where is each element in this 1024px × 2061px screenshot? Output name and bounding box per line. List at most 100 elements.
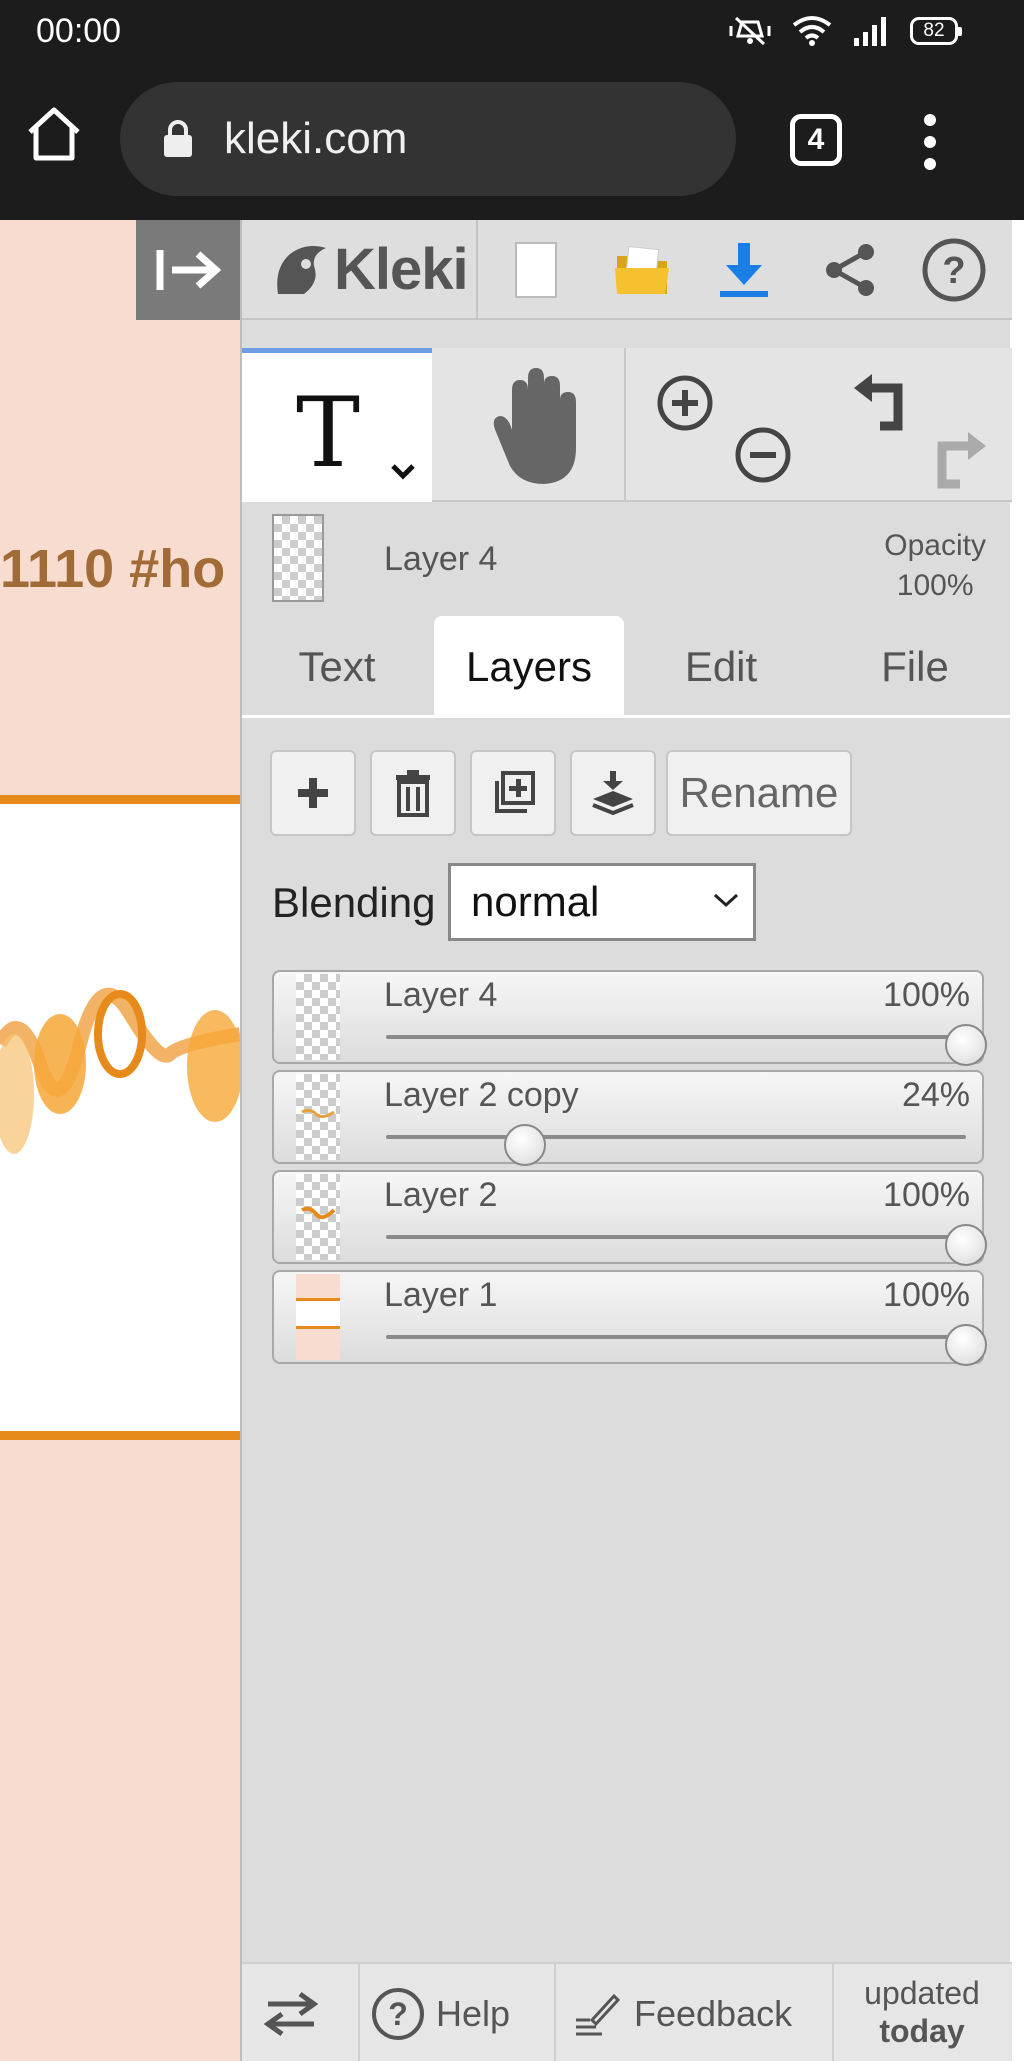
status-bar: 00:00 82 xyxy=(0,0,1024,62)
layer-opacity-slider-handle[interactable] xyxy=(504,1124,547,1166)
tab-layers[interactable]: Layers xyxy=(434,616,624,718)
redo-icon[interactable] xyxy=(926,428,990,490)
mute-icon xyxy=(729,16,771,46)
layer-name: Layer 2 copy xyxy=(384,1076,579,1114)
share-icon xyxy=(826,244,874,296)
chevron-down-icon[interactable] xyxy=(390,463,416,481)
bottom-divider xyxy=(554,1964,556,2061)
layer-thumbnail xyxy=(296,1074,340,1160)
download-button[interactable] xyxy=(708,234,780,306)
layer-opacity-value: 100% xyxy=(883,976,970,1014)
layer-actions: Rename xyxy=(270,750,1010,840)
status-time: 00:00 xyxy=(36,12,122,50)
plus-icon xyxy=(298,778,328,808)
layer-opacity-slider[interactable] xyxy=(386,1135,966,1139)
bottom-divider xyxy=(358,1964,360,2061)
help-link[interactable]: ? Help xyxy=(370,1964,510,2061)
blending-label: Blending xyxy=(272,879,436,926)
tab-switcher-button[interactable]: 4 xyxy=(790,114,842,166)
new-image-button[interactable] xyxy=(500,234,572,306)
add-layer-button[interactable] xyxy=(270,750,356,836)
open-file-button[interactable] xyxy=(606,234,678,306)
feedback-pen-icon xyxy=(576,1993,620,2035)
battery-icon: 82 xyxy=(910,17,962,45)
zoom-out-icon[interactable] xyxy=(734,426,792,484)
update-status-line1: updated xyxy=(864,1975,980,2011)
layer-row-layer-2-copy[interactable]: Layer 2 copy 24% xyxy=(272,1070,984,1166)
zoom-in-icon[interactable] xyxy=(656,374,714,432)
home-icon[interactable] xyxy=(24,104,84,164)
help-button[interactable]: ? xyxy=(918,234,990,306)
tab-file[interactable]: File xyxy=(820,616,1010,718)
canvas-text: 1110 #ho xyxy=(0,539,226,599)
duplicate-icon xyxy=(495,771,535,813)
layer-opacity-slider-handle[interactable] xyxy=(945,1324,987,1366)
swap-side-button[interactable] xyxy=(264,1964,318,2061)
rename-layer-button[interactable]: Rename xyxy=(666,750,852,836)
current-layer-name: Layer 4 xyxy=(384,540,498,578)
layer-name: Layer 1 xyxy=(384,1276,498,1314)
layer-thumbnail-art xyxy=(296,1298,340,1329)
toolbar-divider xyxy=(476,220,478,320)
kleki-logo[interactable]: Kleki xyxy=(270,236,469,303)
layer-thumbnail xyxy=(296,974,340,1060)
kleki-logo-text: Kleki xyxy=(334,237,469,302)
bottom-bar: ? Help Feedback updated today xyxy=(242,1962,1012,2061)
layer-row-layer-2[interactable]: Layer 2 100% xyxy=(272,1170,987,1266)
help-icon: ? xyxy=(922,238,986,302)
tool-row: T xyxy=(242,348,1012,502)
feedback-link-label: Feedback xyxy=(634,1992,793,2034)
layer-thumbnail xyxy=(296,1274,340,1360)
opacity-label: Opacity xyxy=(884,529,986,562)
canvas-artwork xyxy=(0,795,240,1440)
update-status-line2: today xyxy=(879,2013,965,2049)
layer-opacity-slider[interactable] xyxy=(386,1235,966,1239)
panel-tabs: Text Layers Edit File xyxy=(242,616,1012,718)
browser-toolbar: kleki.com 4 xyxy=(0,62,1024,220)
blending-mode-select[interactable]: normal xyxy=(448,863,756,941)
layer-opacity-slider-handle[interactable] xyxy=(945,1024,987,1066)
lock-icon xyxy=(164,120,192,157)
layer-opacity-value: 24% xyxy=(901,1076,970,1114)
svg-text:?: ? xyxy=(388,1996,408,2032)
update-status[interactable]: updated today xyxy=(832,1974,1012,2050)
hand-icon xyxy=(493,368,576,484)
layer-thumbnail-art xyxy=(301,1206,336,1220)
drawing-canvas[interactable]: 1110 #ho xyxy=(0,220,240,2061)
layer-row-layer-1[interactable]: Layer 1 100% xyxy=(272,1270,987,1366)
duplicate-layer-button[interactable] xyxy=(470,750,556,836)
new-document-icon xyxy=(515,242,557,298)
undo-icon[interactable] xyxy=(850,370,914,432)
tab-text[interactable]: Text xyxy=(242,616,432,718)
url-bar[interactable]: kleki.com xyxy=(120,82,736,196)
text-tool-button[interactable]: T xyxy=(242,348,432,502)
share-button[interactable] xyxy=(814,234,886,306)
swap-arrows-icon xyxy=(264,1991,318,2036)
collapse-panel-button[interactable] xyxy=(136,220,240,320)
wifi-icon xyxy=(792,16,832,46)
opacity-value: 100% xyxy=(896,569,974,602)
app-top-bar: Kleki ? xyxy=(242,220,1012,320)
collapse-arrow-icon xyxy=(156,250,222,290)
canvas-ribbon-art xyxy=(0,987,240,1154)
current-layer-header: Layer 4 Opacity 100% xyxy=(242,504,1012,612)
layer-thumbnail xyxy=(296,1174,340,1260)
svg-text:?: ? xyxy=(942,250,965,292)
more-options-icon[interactable] xyxy=(912,112,948,172)
layer-opacity-slider[interactable] xyxy=(386,1035,966,1039)
current-layer-thumbnail xyxy=(272,514,324,602)
kleki-logo-icon xyxy=(277,245,326,294)
layer-opacity-slider[interactable] xyxy=(386,1335,966,1339)
folder-icon xyxy=(615,245,669,294)
delete-layer-button[interactable] xyxy=(370,750,456,836)
merge-down-button[interactable] xyxy=(570,750,656,836)
layer-name: Layer 2 xyxy=(384,1176,498,1214)
download-icon xyxy=(720,243,768,297)
current-layer-opacity: Opacity 100% xyxy=(884,526,986,606)
layer-opacity-slider-handle[interactable] xyxy=(945,1224,987,1266)
tab-edit[interactable]: Edit xyxy=(626,616,816,718)
layer-opacity-value: 100% xyxy=(883,1176,970,1214)
hand-tool-button[interactable] xyxy=(432,348,622,502)
layer-row-layer-4[interactable]: Layer 4 100% xyxy=(272,970,987,1066)
feedback-link[interactable]: Feedback xyxy=(572,1964,792,2061)
